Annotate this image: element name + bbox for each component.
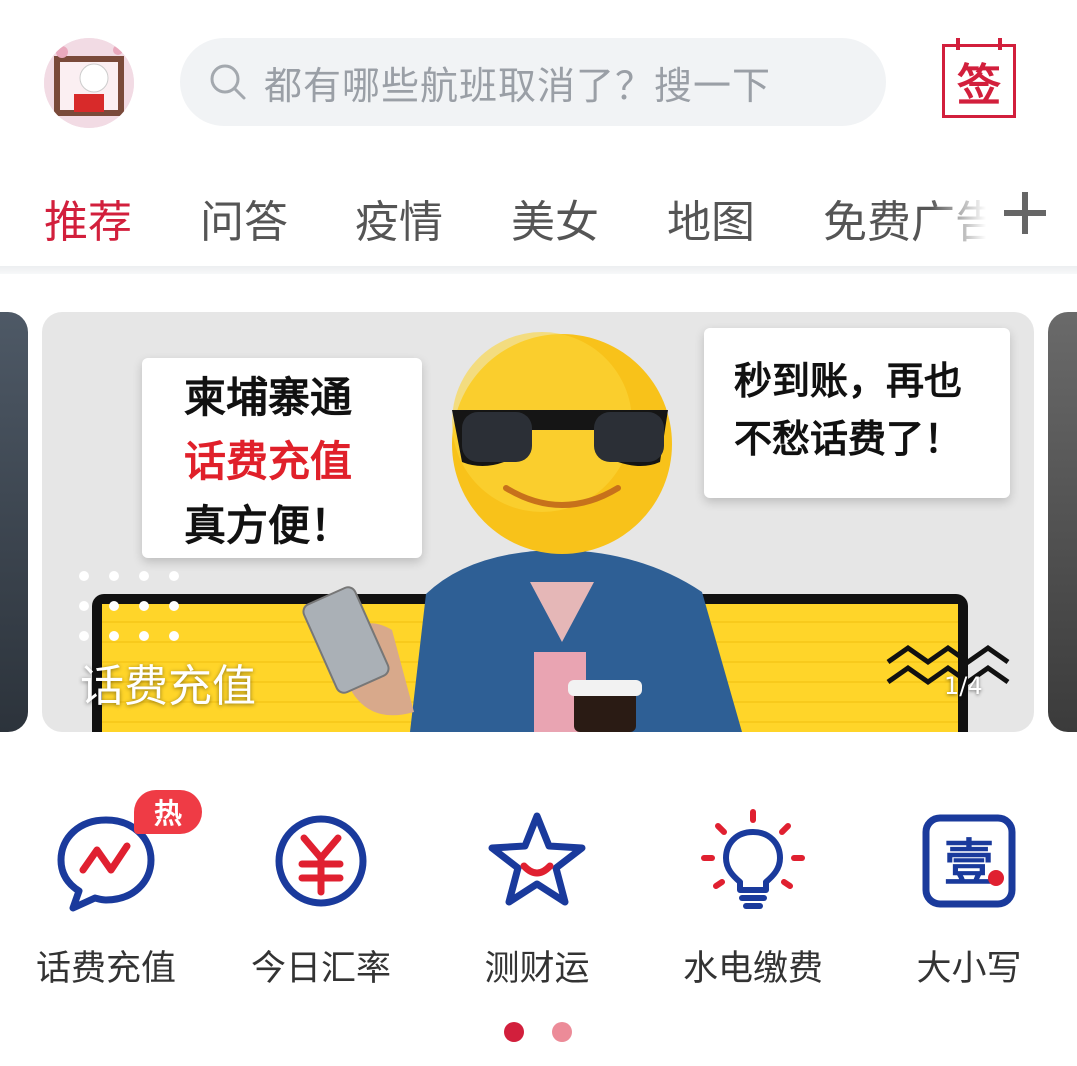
avatar-image — [44, 38, 134, 128]
next-banner-peek[interactable] — [1048, 312, 1077, 732]
quick-action-exchange-rate[interactable]: 今日汇率 — [221, 806, 421, 991]
quick-action-label: 今日汇率 — [250, 949, 391, 989]
tab-recommend[interactable]: 推荐 — [44, 186, 132, 250]
tabs-fade — [930, 160, 1010, 268]
bubble-left-line2: 话费充值 — [184, 437, 353, 486]
prev-banner-peek[interactable] — [0, 312, 28, 732]
pager-dot-active[interactable] — [504, 1022, 524, 1042]
quick-action-label: 大小写 — [916, 949, 1022, 989]
quick-action-label: 测财运 — [484, 949, 590, 989]
bubble-right-line1: 秒到账，再也 — [734, 359, 963, 403]
speech-bubble-right: 秒到账，再也 不愁话费了！ — [704, 328, 1010, 498]
bubble-right-line2: 不愁话费了！ — [734, 417, 963, 461]
quick-action-uppercase[interactable]: 壹 大小写 — [869, 806, 1069, 991]
tab-epidemic[interactable]: 疫情 — [355, 186, 443, 250]
user-avatar[interactable] — [44, 38, 134, 128]
lightbulb-icon — [701, 809, 805, 909]
tab-qa[interactable]: 问答 — [200, 186, 288, 250]
quick-actions-pager — [0, 1022, 1077, 1042]
check-in-button[interactable]: 签 — [942, 38, 1022, 124]
header-divider — [0, 266, 1077, 274]
banner-page-indicator: 1/4 — [944, 672, 983, 700]
bubble-left-line3: 真方便！ — [184, 501, 353, 550]
search-placeholder: 都有哪些航班取消了？搜一下 — [264, 63, 772, 108]
promo-banner[interactable]: 柬埔寨通 话费充值 真方便！ 秒到账，再也 不愁话费了！ 话费充值 1/4 — [42, 312, 1034, 732]
numeral-yi-glyph: 壹 — [944, 834, 994, 892]
pager-dot[interactable] — [552, 1022, 572, 1042]
channel-tabs: 推荐 问答 疫情 美女 地图 免费广告 — [0, 160, 1077, 268]
numeral-yi-icon: 壹 — [922, 814, 1016, 908]
search-bar[interactable]: 都有哪些航班取消了？搜一下 — [180, 38, 886, 126]
hot-badge: 热 — [134, 790, 202, 834]
bubble-left-line1: 柬埔寨通 — [184, 373, 353, 422]
yuan-circle-icon — [275, 815, 367, 907]
smiling-star-icon — [488, 812, 586, 906]
add-channel-button[interactable] — [1000, 188, 1050, 238]
tab-beauty[interactable]: 美女 — [511, 186, 599, 250]
quick-action-fortune[interactable]: 测财运 — [437, 806, 637, 991]
banner-title: 话费充值 — [80, 661, 256, 712]
quick-action-label: 话费充值 — [35, 949, 176, 989]
plus-icon — [1004, 192, 1046, 234]
search-icon — [210, 64, 246, 100]
quick-action-label: 水电缴费 — [682, 949, 823, 989]
tab-map[interactable]: 地图 — [667, 186, 755, 250]
quick-action-utilities[interactable]: 水电缴费 — [653, 806, 853, 991]
speech-bubble-left: 柬埔寨通 话费充值 真方便！ — [142, 358, 422, 558]
check-in-label: 签 — [942, 44, 1016, 118]
